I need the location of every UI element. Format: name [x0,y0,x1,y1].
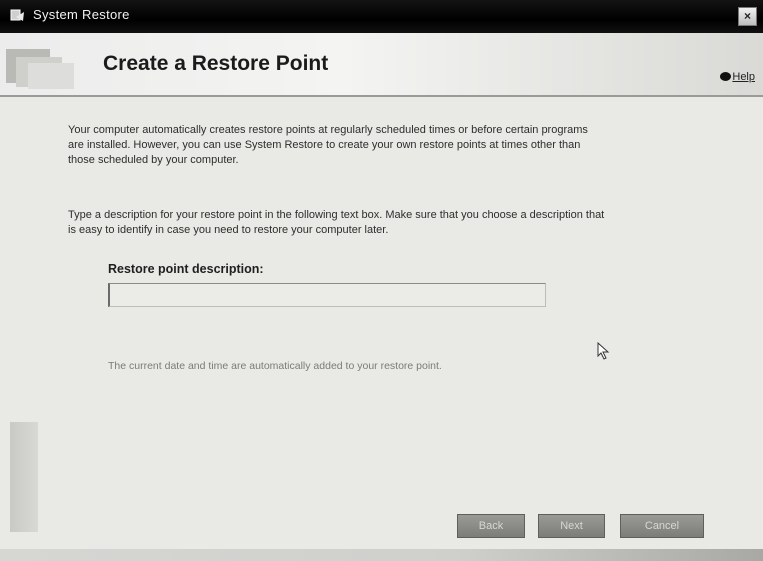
help-label: Help [732,71,755,83]
system-restore-icon [10,9,24,21]
page-title: Create a Restore Point [103,52,329,75]
wizard-buttons: Back Next Cancel [0,514,763,544]
instructions-paragraph: Type a description for your restore poin… [68,209,605,236]
restore-graphic-icon [6,49,74,89]
cancel-button[interactable]: Cancel [620,514,704,538]
title-bar: System Restore × [0,0,763,33]
intro-paragraph: Your computer automatically creates rest… [68,124,588,166]
close-button[interactable]: × [738,7,757,26]
window-title: System Restore [33,7,130,22]
restore-point-description-label: Restore point description: [108,262,264,276]
back-button[interactable]: Back [457,514,525,538]
mouse-pointer-icon [597,342,610,360]
wizard-header: Create a Restore Point Help [0,33,763,97]
help-icon [720,72,732,81]
wizard-content: Your computer automatically creates rest… [0,97,763,561]
window-bottom-edge [0,549,763,561]
help-link[interactable]: Help [720,71,755,83]
next-button[interactable]: Next [538,514,605,538]
date-time-hint: The current date and time are automatica… [108,360,442,372]
restore-point-description-input[interactable] [108,283,546,307]
